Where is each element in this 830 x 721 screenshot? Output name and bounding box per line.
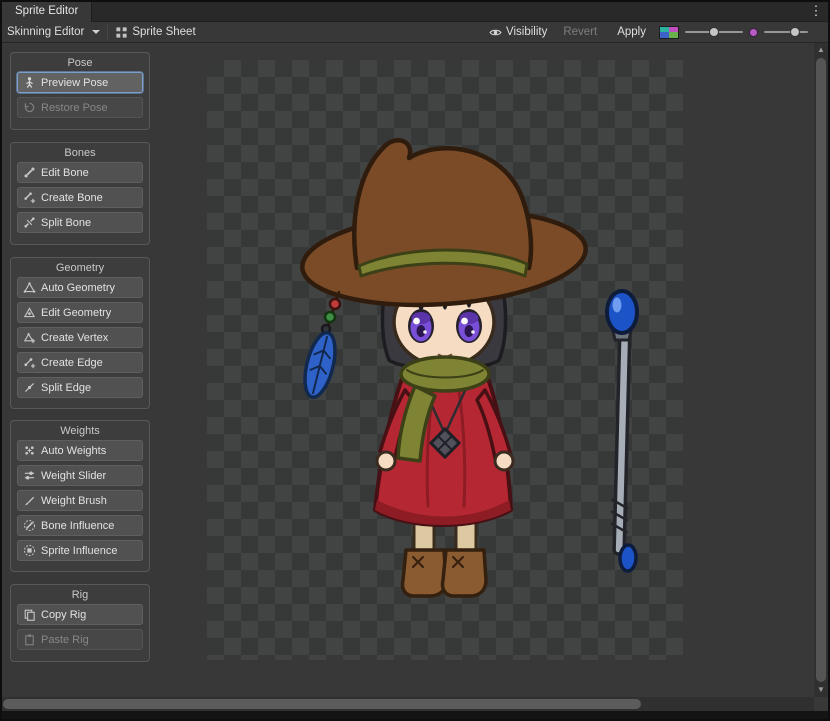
restore-pose-icon bbox=[23, 101, 36, 114]
feather-charm bbox=[299, 330, 340, 400]
tab-sprite-editor[interactable]: Sprite Editor bbox=[2, 0, 92, 22]
sprite-sheet-button[interactable]: Sprite Sheet bbox=[108, 22, 202, 43]
visibility-label: Visibility bbox=[506, 26, 547, 38]
zoom-slider[interactable] bbox=[685, 26, 743, 38]
rgb-preview-icon[interactable] bbox=[659, 26, 679, 39]
outline-color-icon[interactable] bbox=[749, 28, 758, 37]
preview-pose-icon bbox=[23, 76, 36, 89]
auto-geometry-icon bbox=[23, 281, 36, 294]
panel-pose-title: Pose bbox=[11, 55, 149, 72]
panel-geometry: Geometry Auto Geometry Edit Geometry Cre… bbox=[10, 257, 150, 409]
create-edge-icon bbox=[23, 356, 36, 369]
auto-geometry-button[interactable]: Auto Geometry bbox=[17, 277, 143, 298]
panel-bones-title: Bones bbox=[11, 145, 149, 162]
edit-bone-button[interactable]: Edit Bone bbox=[17, 162, 143, 183]
weight-brush-button[interactable]: Weight Brush bbox=[17, 490, 143, 511]
split-edge-icon bbox=[23, 381, 36, 394]
panel-weights-title: Weights bbox=[11, 423, 149, 440]
create-bone-icon bbox=[23, 191, 36, 204]
tab-bar: Sprite Editor ⋮ bbox=[0, 0, 830, 22]
scrollbar-corner bbox=[814, 697, 830, 711]
edit-geometry-button[interactable]: Edit Geometry bbox=[17, 302, 143, 323]
preview-pose-button[interactable]: Preview Pose bbox=[17, 72, 143, 93]
edit-geometry-icon bbox=[23, 306, 36, 319]
sprite-sheet-icon bbox=[115, 26, 128, 39]
edit-bone-icon bbox=[23, 166, 36, 179]
auto-weights-button[interactable]: Auto Weights bbox=[17, 440, 143, 461]
sprite-editor-window: Sprite Editor ⋮ Skinning Editor Sprite S… bbox=[0, 0, 830, 721]
sprite-canvas[interactable] bbox=[207, 60, 683, 660]
paste-rig-icon bbox=[23, 633, 36, 646]
bone-influence-button[interactable]: Bone Influence bbox=[17, 515, 143, 536]
bone-influence-icon bbox=[23, 519, 36, 532]
sprite-sheet-label: Sprite Sheet bbox=[132, 26, 195, 38]
weight-slider-button[interactable]: Weight Slider bbox=[17, 465, 143, 486]
weight-slider-icon bbox=[23, 469, 36, 482]
sprite-artwork bbox=[207, 60, 683, 660]
copy-rig-icon bbox=[23, 608, 36, 621]
split-bone-button[interactable]: Split Bone bbox=[17, 212, 143, 233]
visibility-button[interactable]: Visibility bbox=[486, 22, 550, 43]
create-vertex-button[interactable]: Create Vertex bbox=[17, 327, 143, 348]
skinning-editor-label: Skinning Editor bbox=[7, 26, 84, 38]
horizontal-scrollbar-thumb[interactable] bbox=[3, 699, 641, 709]
apply-button[interactable]: Apply bbox=[610, 22, 653, 43]
auto-weights-icon bbox=[23, 444, 36, 457]
sprite-influence-icon bbox=[23, 544, 36, 557]
restore-pose-button[interactable]: Restore Pose bbox=[17, 97, 143, 118]
right-eye bbox=[456, 309, 482, 343]
panel-geometry-title: Geometry bbox=[11, 260, 149, 277]
panel-bones: Bones Edit Bone Create Bone Split Bone bbox=[10, 142, 150, 245]
create-bone-button[interactable]: Create Bone bbox=[17, 187, 143, 208]
panel-weights: Weights Auto Weights Weight Slider Weigh… bbox=[10, 420, 150, 572]
revert-button[interactable]: Revert bbox=[556, 22, 604, 43]
create-vertex-icon bbox=[23, 331, 36, 344]
staff-sprite bbox=[607, 291, 637, 571]
create-edge-button[interactable]: Create Edge bbox=[17, 352, 143, 373]
scroll-up-icon[interactable]: ▲ bbox=[814, 43, 828, 57]
outline-opacity-slider[interactable] bbox=[764, 26, 808, 38]
scroll-down-icon[interactable]: ▼ bbox=[814, 683, 828, 697]
window-bottom-edge bbox=[0, 711, 830, 721]
toolbar: Skinning Editor Sprite Sheet Visibility … bbox=[0, 22, 830, 43]
chevron-down-icon bbox=[92, 30, 100, 34]
zoom-slider-handle[interactable] bbox=[709, 27, 719, 37]
copy-rig-button[interactable]: Copy Rig bbox=[17, 604, 143, 625]
kebab-menu-icon[interactable]: ⋮ bbox=[809, 3, 823, 19]
split-bone-icon bbox=[23, 216, 36, 229]
eye-icon bbox=[489, 26, 502, 39]
panel-rig: Rig Copy Rig Paste Rig bbox=[10, 584, 150, 662]
left-eye bbox=[408, 309, 434, 343]
character-sprite bbox=[299, 140, 589, 596]
vertical-scrollbar-thumb[interactable] bbox=[816, 58, 826, 682]
panel-rig-title: Rig bbox=[11, 587, 149, 604]
panel-pose: Pose Preview Pose Restore Pose bbox=[10, 52, 150, 130]
vertical-scrollbar[interactable]: ▲ ▼ bbox=[814, 43, 828, 697]
outline-opacity-handle[interactable] bbox=[790, 27, 800, 37]
sprite-influence-button[interactable]: Sprite Influence bbox=[17, 540, 143, 561]
paste-rig-button[interactable]: Paste Rig bbox=[17, 629, 143, 650]
weight-brush-icon bbox=[23, 494, 36, 507]
split-edge-button[interactable]: Split Edge bbox=[17, 377, 143, 398]
tab-title: Sprite Editor bbox=[15, 5, 78, 17]
horizontal-scrollbar[interactable] bbox=[2, 697, 814, 711]
toolbar-right-group: Visibility Revert Apply bbox=[486, 22, 808, 43]
skinning-editor-dropdown[interactable]: Skinning Editor bbox=[0, 22, 107, 43]
outline-opacity-track bbox=[764, 31, 808, 33]
